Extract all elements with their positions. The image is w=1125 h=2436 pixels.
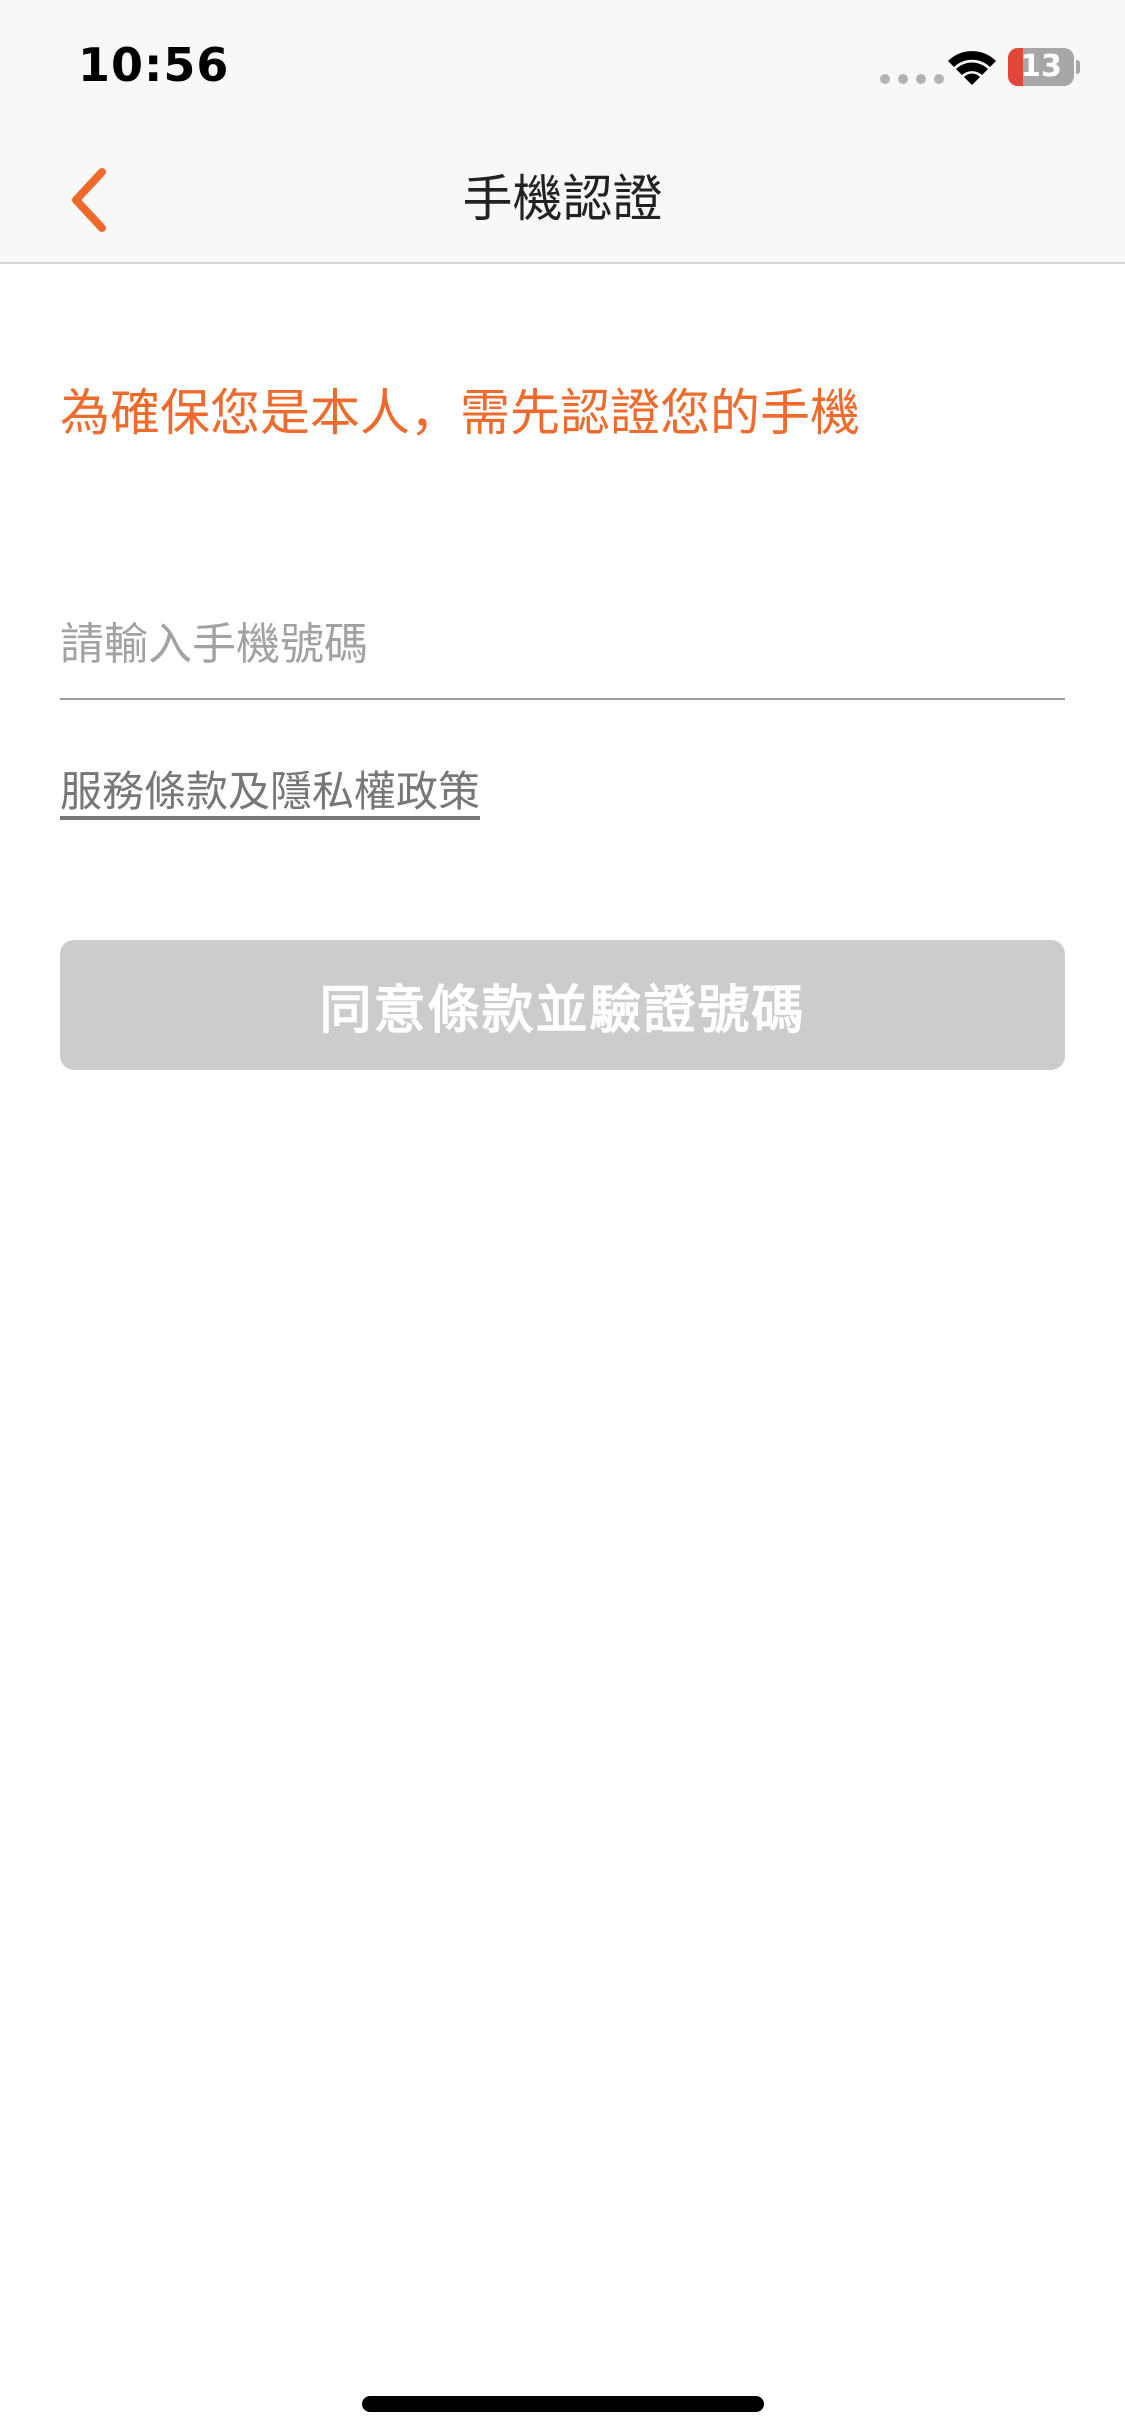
battery-icon: 13: [1008, 48, 1080, 86]
page-title: 手機認證: [462, 170, 663, 228]
navigation-bar: 手機認證: [0, 136, 1125, 262]
agree-verify-button[interactable]: 同意條款並驗證號碼: [60, 940, 1065, 1070]
phone-number-input[interactable]: [60, 590, 1065, 700]
cellular-signal-icon: [880, 74, 944, 84]
status-time: 10:56: [78, 38, 230, 92]
status-bar: 10:56 13: [0, 0, 1125, 136]
top-bar: 10:56 13 手機認證: [0, 0, 1125, 264]
phone-verification-screen: 10:56 13 手機認證 為確保您是本人，需先認證您的手機 請輸入手機號碼 服…: [0, 0, 1125, 2436]
terms-privacy-link[interactable]: 服務條款及隱私權政策: [60, 758, 480, 819]
chevron-left-icon: [72, 168, 106, 232]
battery-percentage: 13: [1020, 49, 1062, 84]
back-button[interactable]: [50, 158, 134, 242]
wifi-icon: [948, 51, 996, 85]
verification-notice: 為確保您是本人，需先認證您的手機: [60, 384, 860, 442]
home-indicator[interactable]: [362, 2396, 764, 2412]
